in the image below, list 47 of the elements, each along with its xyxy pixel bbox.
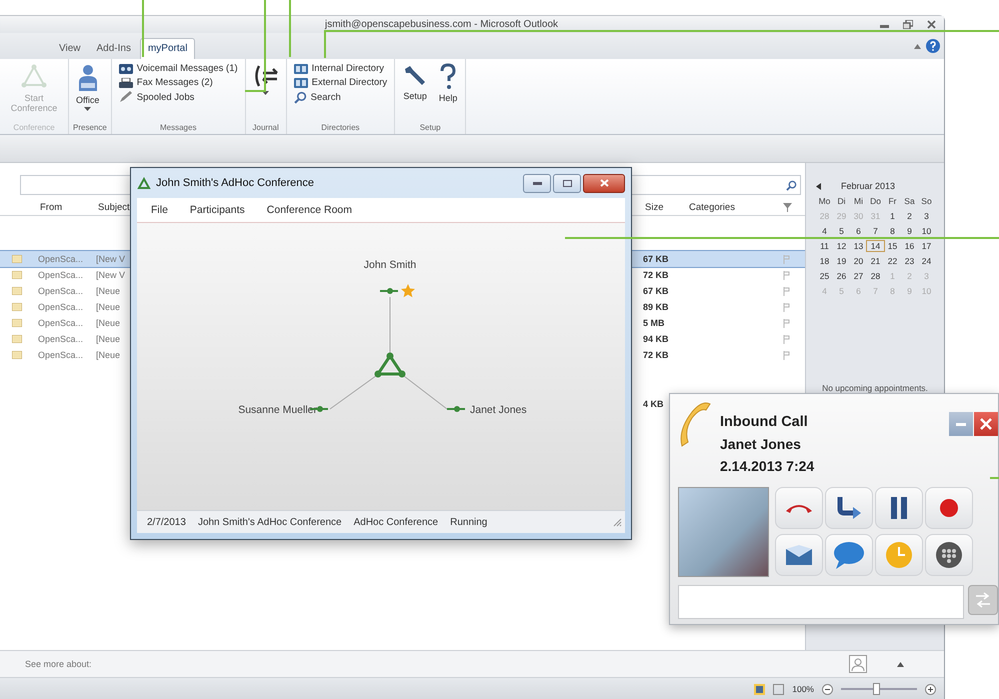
- table-cell-text: 94 KB: [642, 334, 669, 344]
- table-cell-text: OpenSca...: [37, 350, 84, 360]
- group-label: Presence: [73, 123, 107, 134]
- table-cell-text: [Neue: [95, 318, 120, 328]
- group-label: Conference: [12, 123, 56, 134]
- table-cell-text: 67 KB: [642, 286, 669, 296]
- caller-name: Janet Jones: [720, 436, 802, 452]
- appointments-note: No upcoming appointments.: [821, 383, 929, 393]
- zoom-level-label: 100%: [792, 684, 814, 694]
- table-cell-text: [New V: [95, 270, 126, 280]
- status-text: Running: [450, 516, 488, 528]
- group-label: Directories: [320, 123, 361, 134]
- weekday-label: Mo: [818, 196, 832, 206]
- table-cell-text: 67 KB: [642, 254, 669, 264]
- table-cell-text: 72 KB: [642, 270, 669, 280]
- table-cell-text: OpenSca...: [37, 286, 84, 296]
- table-cell-text: [Neue: [95, 350, 120, 360]
- weekday-label: Mi: [853, 196, 864, 206]
- table-cell-text: OpenSca...: [37, 302, 84, 312]
- weekday-label: Do: [869, 196, 882, 206]
- table-cell-text: OpenSca...: [37, 334, 84, 344]
- table-cell-text: OpenSca...: [37, 270, 84, 280]
- group-label: Messages: [158, 123, 198, 134]
- weekday-label: Fr: [887, 196, 898, 206]
- table-cell-text: [Neue: [95, 286, 120, 296]
- table-cell-text: [New V: [95, 254, 126, 264]
- people-pane-label: See more about:: [25, 659, 92, 669]
- group-label: Journal: [252, 123, 280, 134]
- status-text: 2/7/2013: [147, 516, 186, 528]
- table-cell-text: [Neue: [95, 334, 120, 344]
- weekday-label: So: [920, 196, 933, 206]
- table-cell-text: 5 MB: [642, 318, 665, 328]
- table-cell-text: [Neue: [95, 302, 120, 312]
- call-time: 2.14.2013 7:24: [720, 458, 814, 474]
- window-title: John Smith's AdHoc Conference: [156, 177, 314, 189]
- table-cell-text: OpenSca...: [37, 254, 84, 264]
- weekday-label: Sa: [903, 196, 916, 206]
- table-cell-text: 89 KB: [642, 302, 669, 312]
- month-label: Februar 2013: [841, 180, 896, 192]
- group-label: Setup: [418, 123, 442, 134]
- table-cell-text: 72 KB: [642, 350, 669, 360]
- window-title: jsmith@openscapebusiness.com - Microsoft Outlook: [325, 19, 558, 30]
- weekday-label: Di: [836, 196, 847, 206]
- call-title: Inbound Call: [720, 414, 809, 430]
- status-text: John Smith's AdHoc Conference: [198, 516, 342, 528]
- table-cell-text: OpenSca...: [37, 318, 84, 328]
- status-text: AdHoc Conference: [354, 516, 438, 528]
